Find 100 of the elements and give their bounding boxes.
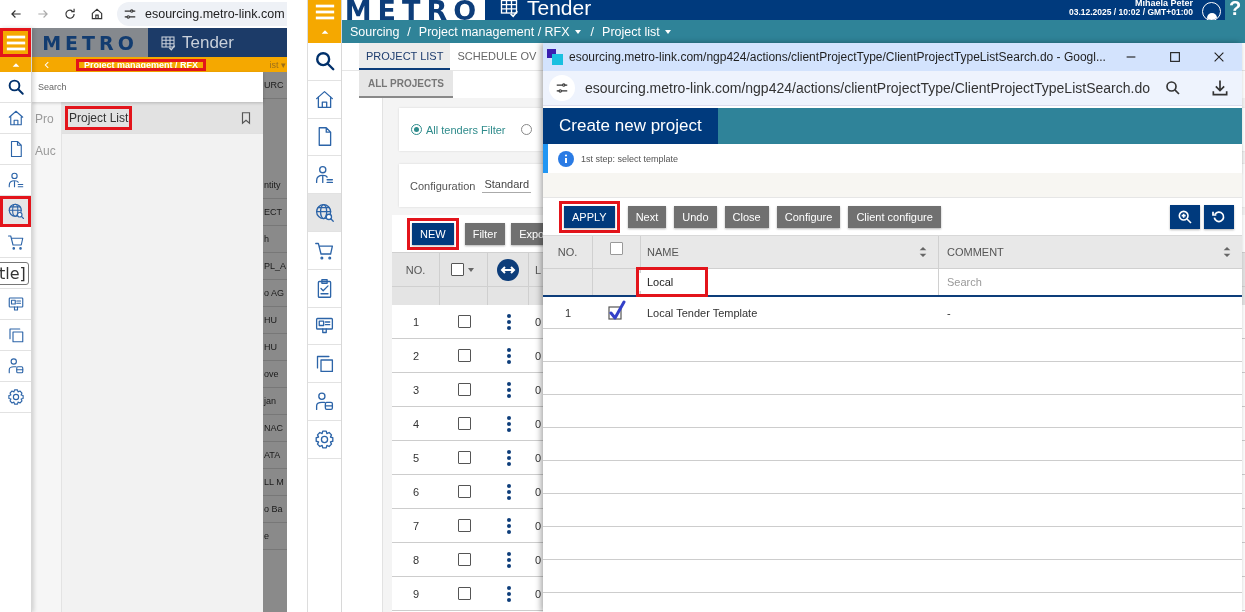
breadcrumb-separator: / [407, 24, 411, 39]
checkbox[interactable] [457, 485, 471, 498]
more-options-icon[interactable] [505, 380, 512, 399]
app-title: Tender [182, 32, 234, 53]
home-icon[interactable] [6, 109, 25, 127]
breadcrumb-link[interactable]: Project list [602, 24, 673, 39]
toolbar-button[interactable]: Client configure [848, 205, 941, 228]
copy-icon[interactable] [314, 353, 335, 375]
table-cell: 0 [535, 485, 542, 498]
logo: METRO [32, 28, 148, 57]
user-database-icon[interactable] [314, 391, 335, 413]
checkbox[interactable] [457, 451, 471, 464]
column-header: NO. [405, 263, 426, 276]
cart-icon[interactable] [6, 233, 25, 251]
user-list-icon[interactable] [6, 171, 25, 189]
table-cell: 0 [535, 587, 542, 600]
sort-icon[interactable] [1222, 245, 1232, 259]
sort-icon[interactable] [918, 245, 928, 259]
table-cell: 5 [412, 451, 420, 464]
checkbox[interactable] [457, 417, 471, 430]
download-icon[interactable] [1210, 78, 1230, 98]
checkbox[interactable] [457, 553, 471, 566]
column-header: COMMENT [947, 246, 1004, 258]
settings-icon[interactable] [314, 428, 335, 450]
search-field[interactable]: Search [32, 72, 263, 102]
table-cell: 0 [535, 349, 542, 362]
column-header: L [535, 263, 542, 276]
table-cell: 0 [535, 383, 542, 396]
zoom-in-button[interactable] [1170, 204, 1200, 229]
select-field[interactable]: Standard [482, 178, 532, 193]
table-cell: 1 [412, 315, 420, 328]
site-favicon-icon [547, 49, 563, 65]
checkbox[interactable] [610, 242, 623, 255]
avatar-icon[interactable] [1202, 2, 1221, 20]
more-options-icon[interactable] [505, 482, 512, 501]
toolbar-button[interactable]: APPLY [564, 205, 615, 228]
tune-icon[interactable] [555, 81, 569, 95]
back-arrow-icon[interactable] [9, 7, 23, 21]
radio-label[interactable]: All tenders Filter [426, 123, 506, 136]
table-cell: 0 [535, 315, 542, 328]
tab[interactable]: SCHEDULE OV [450, 43, 544, 70]
monitor-icon[interactable] [6, 295, 25, 313]
url-text: esourcing.metro-link.com/ngp424/actions/clientProjectType/ClientProjectTypeListSearch.do [585, 80, 1151, 96]
checkbox[interactable] [608, 299, 626, 320]
tune-icon[interactable] [123, 7, 137, 21]
breadcrumb-separator: / [590, 24, 595, 39]
zoom-icon[interactable] [1164, 79, 1182, 97]
popup-title: Create new project [543, 108, 718, 144]
more-options-icon[interactable] [505, 516, 512, 535]
toolbar-button[interactable]: Undo [674, 205, 717, 228]
user-list-icon[interactable] [314, 164, 335, 186]
toolbar-button[interactable]: Next [627, 205, 667, 228]
bookmark-icon[interactable] [239, 110, 253, 125]
more-options-icon[interactable] [505, 414, 512, 433]
category-label[interactable]: Auc [32, 144, 61, 158]
window-title: esourcing.metro-link.com/ngp424/actions/clientProjectType/ClientProjectTypeListSearch.do - Googl... [569, 50, 1107, 64]
checkbox[interactable] [457, 587, 471, 600]
checkbox[interactable] [457, 519, 471, 532]
search-input[interactable]: Search [32, 81, 263, 93]
menu-item[interactable]: Project List [62, 102, 263, 134]
maximize-icon[interactable] [1168, 50, 1182, 64]
breadcrumb-link[interactable]: Project management / RFX [418, 24, 583, 39]
reload-icon[interactable] [63, 7, 77, 21]
more-options-icon[interactable] [505, 346, 512, 365]
table-cell: Local Tender Template [647, 306, 758, 319]
table-cell: 0 [535, 553, 542, 566]
address-bar[interactable]: esourcing.metro-link.com [117, 2, 287, 26]
more-options-icon[interactable] [505, 550, 512, 569]
toolbar-button[interactable]: Close [724, 205, 769, 228]
home-icon[interactable] [314, 88, 335, 110]
more-options-icon[interactable] [505, 584, 512, 603]
checkbox[interactable] [457, 383, 471, 396]
settings-icon[interactable] [6, 388, 25, 406]
user-database-icon[interactable] [6, 357, 25, 375]
home-icon[interactable] [90, 7, 104, 21]
table-cell: 6 [412, 485, 420, 498]
checkbox[interactable] [451, 263, 464, 276]
copy-icon[interactable] [6, 326, 25, 344]
sub-tab[interactable]: ALL PROJECTS [359, 71, 453, 98]
checkbox[interactable] [457, 315, 471, 328]
reset-button[interactable] [1204, 204, 1234, 229]
more-options-icon[interactable] [505, 312, 512, 331]
tab[interactable]: PROJECT LIST [359, 43, 451, 70]
toolbar-button[interactable]: NEW [412, 222, 454, 245]
date-time: 03.12.2025 / 10:02 / GMT+01:00 [1068, 8, 1193, 17]
more-options-icon[interactable] [505, 448, 512, 467]
search-icon[interactable] [313, 50, 336, 73]
close-icon[interactable] [1212, 50, 1226, 64]
table-cell: 3 [412, 383, 420, 396]
toolbar-button[interactable]: Configure [776, 205, 841, 228]
toolbar-button[interactable]: Filter [464, 222, 506, 245]
globe-search-icon[interactable] [6, 202, 25, 220]
category-label[interactable]: Pro [32, 112, 61, 126]
logo: METRO [344, 0, 483, 20]
breadcrumb-link[interactable]: Sourcing [350, 24, 400, 39]
swap-arrows-icon[interactable] [496, 257, 520, 282]
globe-search-icon[interactable] [314, 202, 335, 224]
table-cell: - [947, 306, 951, 319]
checkbox[interactable] [457, 349, 471, 362]
search-icon[interactable] [6, 78, 25, 96]
